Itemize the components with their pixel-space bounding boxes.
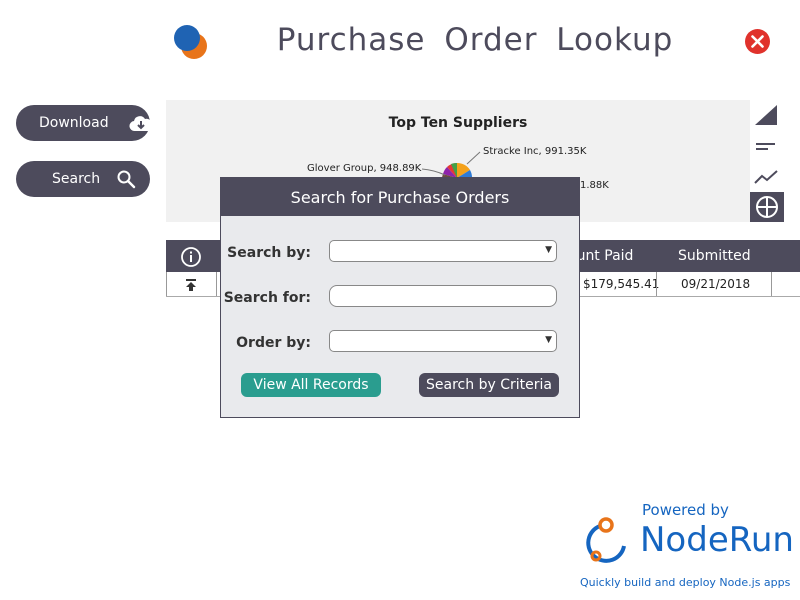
page-title: Purchase Order Lookup [276, 22, 674, 58]
bar-chart-button[interactable] [750, 131, 784, 161]
line-chart-button[interactable] [750, 161, 784, 191]
search-label: Search [52, 171, 101, 187]
search-icon [116, 169, 136, 193]
powered-by-text: Powered by [642, 501, 729, 519]
close-button[interactable] [745, 29, 770, 54]
download-label: Download [39, 115, 109, 131]
close-icon [751, 35, 764, 48]
line-chart-icon [754, 170, 778, 184]
search-by-label: Search by: [227, 245, 311, 261]
slice-label: 1.88K [580, 180, 609, 191]
dialog-title: Search for Purchase Orders [221, 178, 579, 216]
cloud-download-icon [129, 116, 153, 136]
cell-submitted: 09/21/2018 [681, 277, 751, 291]
area-chart-button[interactable] [750, 100, 784, 130]
noderun-brand-text: NodeRun [640, 520, 794, 560]
column-header-submitted[interactable]: Submitted [678, 248, 751, 264]
dropdown-caret-icon: ▼ [545, 335, 552, 345]
view-all-records-button[interactable]: View All Records [241, 373, 381, 397]
pie-chart-button[interactable] [750, 192, 784, 222]
area-chart-icon [755, 105, 777, 125]
cell-amount-paid: $179,545.41 [583, 277, 660, 291]
search-button[interactable]: Search [16, 161, 150, 197]
search-for-label: Search for: [223, 290, 311, 306]
search-dialog: Search for Purchase Orders Search by: ▼ … [220, 177, 580, 418]
slice-label: Glover Group, 948.89K [307, 163, 422, 174]
chart-type-toolbar [750, 100, 784, 222]
search-by-select[interactable]: ▼ [329, 240, 557, 262]
pie-chart-icon [756, 196, 778, 218]
info-icon[interactable] [180, 246, 202, 272]
move-to-top-icon[interactable] [184, 277, 198, 296]
order-by-label: Order by: [236, 335, 311, 351]
order-by-select[interactable]: ▼ [329, 330, 557, 352]
dropdown-caret-icon: ▼ [545, 245, 552, 255]
slice-label: Stracke Inc, 991.35K [483, 146, 587, 157]
noderun-tagline: Quickly build and deploy Node.js apps [580, 576, 791, 589]
bar-chart-icon [756, 143, 775, 150]
download-button[interactable]: Download [16, 105, 153, 141]
search-by-criteria-button[interactable]: Search by Criteria [419, 373, 559, 397]
search-for-input[interactable] [329, 285, 557, 307]
noderun-logo-icon [580, 516, 630, 568]
pie-slices [442, 162, 473, 178]
app-logo [166, 16, 218, 68]
